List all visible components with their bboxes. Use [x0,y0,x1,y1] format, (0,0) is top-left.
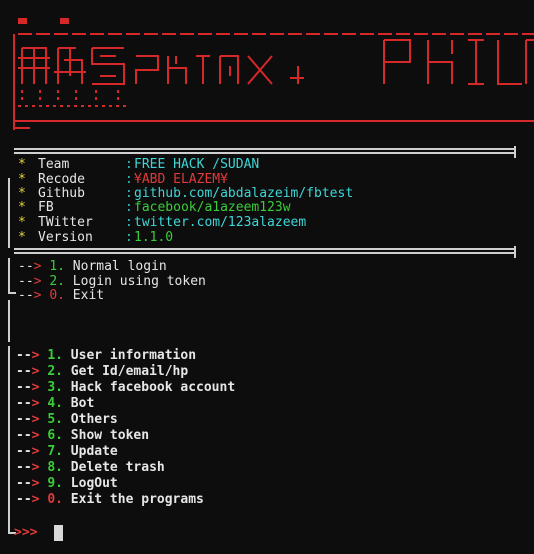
banner-art [13,18,534,130]
info-value: 1.1.0 [134,230,174,245]
info-key: Github [38,186,85,201]
option-number: 0. [49,288,65,303]
menu-item-user-information[interactable]: --> 1. User information [16,349,196,363]
arrow-icon: --> [16,380,40,395]
info-value: twitter.com/123alazeem [134,215,307,230]
option-label: Normal login [72,259,167,274]
menu-item-logout[interactable]: --> 9. LogOut [16,477,118,491]
arrow-icon: --> [18,288,42,303]
option-number: 2. [47,364,63,379]
arrow-icon: --> [16,444,40,459]
text-cursor[interactable] [54,525,63,541]
option-label: Others [70,412,118,427]
ascii-banner [0,0,534,146]
arrow-icon: --> [18,274,42,289]
option-label: User information [70,348,197,363]
arrow-icon: --> [16,348,40,363]
main-rail [8,346,10,534]
option-label: Login using token [72,274,206,289]
info-sep: : [125,230,133,245]
arrow-icon: --> [16,412,40,427]
option-label: Update [70,444,118,459]
option-number: 5. [47,412,63,427]
menu-item-exit-programs[interactable]: --> 0. Exit the programs [16,493,204,507]
option-label: Hack facebook account [70,380,236,395]
option-label: Delete trash [70,460,165,475]
login-option-1[interactable]: --> 1. Normal login [18,260,167,274]
menu-item-show-token[interactable]: --> 6. Show token [16,429,149,443]
star-icon: * [18,200,26,215]
arrow-icon: --> [18,259,42,274]
star-icon: * [18,186,26,201]
arrow-icon: --> [16,364,40,379]
spacer-rail [8,300,10,342]
info-sep: : [125,172,133,187]
info-value: FREE HACK /SUDAN [134,157,260,172]
arrow-icon: --> [16,492,40,507]
arrow-icon: --> [16,396,40,411]
option-number: 1. [49,259,65,274]
star-icon: * [18,230,26,245]
option-number: 6. [47,428,63,443]
info-key: Team [38,157,70,172]
option-label: Bot [70,396,95,411]
login-option-exit[interactable]: --> 0. Exit [18,289,104,303]
info-rail [8,178,10,248]
option-number: 2. [49,274,65,289]
info-key: Version [38,230,93,245]
info-key: FB [38,200,54,215]
command-prompt: >>> [14,525,38,540]
option-number: 4. [47,396,63,411]
star-icon: * [18,215,26,230]
info-value: facebook/a1azeem123w [134,200,291,215]
option-label: Exit the programs [70,492,204,507]
menu-item-hack-facebook[interactable]: --> 3. Hack facebook account [16,381,235,395]
option-number: 9. [47,476,63,491]
info-sep: : [125,186,133,201]
arrow-icon: --> [16,460,40,475]
divider-top [14,146,516,158]
menu-item-delete-trash[interactable]: --> 8. Delete trash [16,461,165,475]
menu-item-update[interactable]: --> 7. Update [16,445,118,459]
option-label: Exit [72,288,105,303]
option-label: LogOut [70,476,118,491]
option-number: 7. [47,444,63,459]
option-label: Show token [70,428,150,443]
info-sep: : [125,200,133,215]
info-sep: : [125,157,133,172]
option-number: 1. [47,348,63,363]
star-icon: * [18,157,26,172]
login-option-2[interactable]: --> 2. Login using token [18,275,206,289]
option-number: 3. [47,380,63,395]
info-value: github.com/abdalazeim/fbtest [134,186,354,201]
info-sep: : [125,215,133,230]
login-rail [8,258,10,294]
menu-item-others[interactable]: --> 5. Others [16,413,118,427]
menu-item-bot[interactable]: --> 4. Bot [16,397,94,411]
info-key: TWitter [38,215,93,230]
option-label: Get Id/email/hp [70,364,189,379]
option-number: 8. [47,460,63,475]
info-key: Recode [38,172,85,187]
arrow-icon: --> [16,476,40,491]
star-icon: * [18,172,26,187]
divider-bottom [14,246,516,258]
login-rail-foot [8,292,16,294]
arrow-icon: --> [16,428,40,443]
option-number: 0. [47,492,63,507]
menu-item-get-id[interactable]: --> 2. Get Id/email/hp [16,365,188,379]
info-value: ¥ABD ELAZEM¥ [134,172,228,187]
